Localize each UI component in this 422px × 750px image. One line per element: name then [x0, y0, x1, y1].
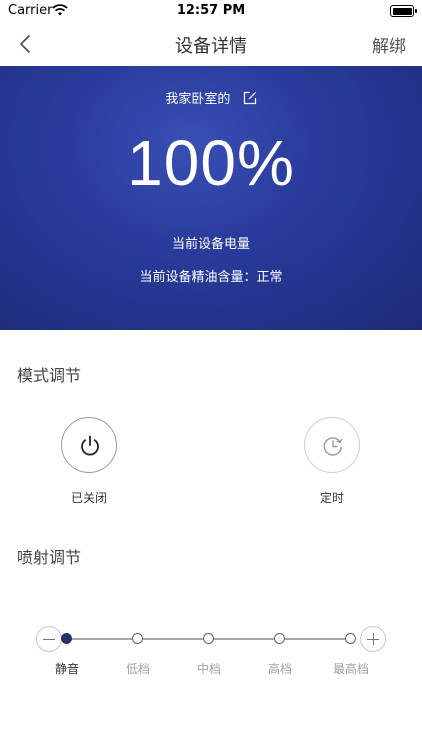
mode-section-title: 模式调节: [17, 366, 82, 385]
page-title: 设备详情: [175, 36, 247, 57]
timer-clock-icon: [323, 437, 343, 456]
level-label-high[interactable]: 高档: [250, 660, 310, 677]
power-label: 已关闭: [70, 491, 107, 505]
battery-icon: [390, 5, 417, 17]
spray-section-title: 喷射调节: [17, 548, 82, 567]
battery-label: 当前设备电量: [171, 237, 250, 252]
level-dot-mid[interactable]: [203, 633, 214, 644]
unbind-button[interactable]: 解绑: [372, 32, 406, 57]
power-button[interactable]: [61, 417, 117, 473]
edit-icon[interactable]: [243, 91, 257, 105]
level-dot-mute[interactable]: [61, 633, 72, 644]
device-hero-panel: 我家卧室的 100% 当前设备电量 当前设备精油含量：正常: [0, 66, 422, 330]
nav-bar: 设备详情 解绑: [0, 22, 422, 66]
timer-label: 定时: [319, 491, 344, 505]
level-dot-max[interactable]: [345, 633, 356, 644]
oil-status: 当前设备精油含量：正常: [139, 270, 283, 285]
increase-button[interactable]: [360, 626, 386, 652]
timer-button[interactable]: [304, 417, 360, 473]
status-bar: Carrier 12:57 PM: [0, 0, 422, 22]
level-dot-high[interactable]: [274, 633, 285, 644]
level-label-mute[interactable]: 静音: [37, 660, 97, 677]
power-icon: [81, 435, 99, 456]
device-name: 我家卧室的: [165, 92, 231, 107]
level-label-max[interactable]: 最高档: [321, 660, 381, 677]
device-name-row: 我家卧室的: [0, 88, 422, 107]
level-label-mid[interactable]: 中档: [179, 660, 239, 677]
level-dot-low[interactable]: [132, 633, 143, 644]
level-label-low[interactable]: 低档: [108, 660, 168, 677]
decrease-button[interactable]: [36, 626, 62, 652]
battery-percent: 100%: [127, 127, 295, 199]
status-time: 12:57 PM: [176, 3, 246, 18]
